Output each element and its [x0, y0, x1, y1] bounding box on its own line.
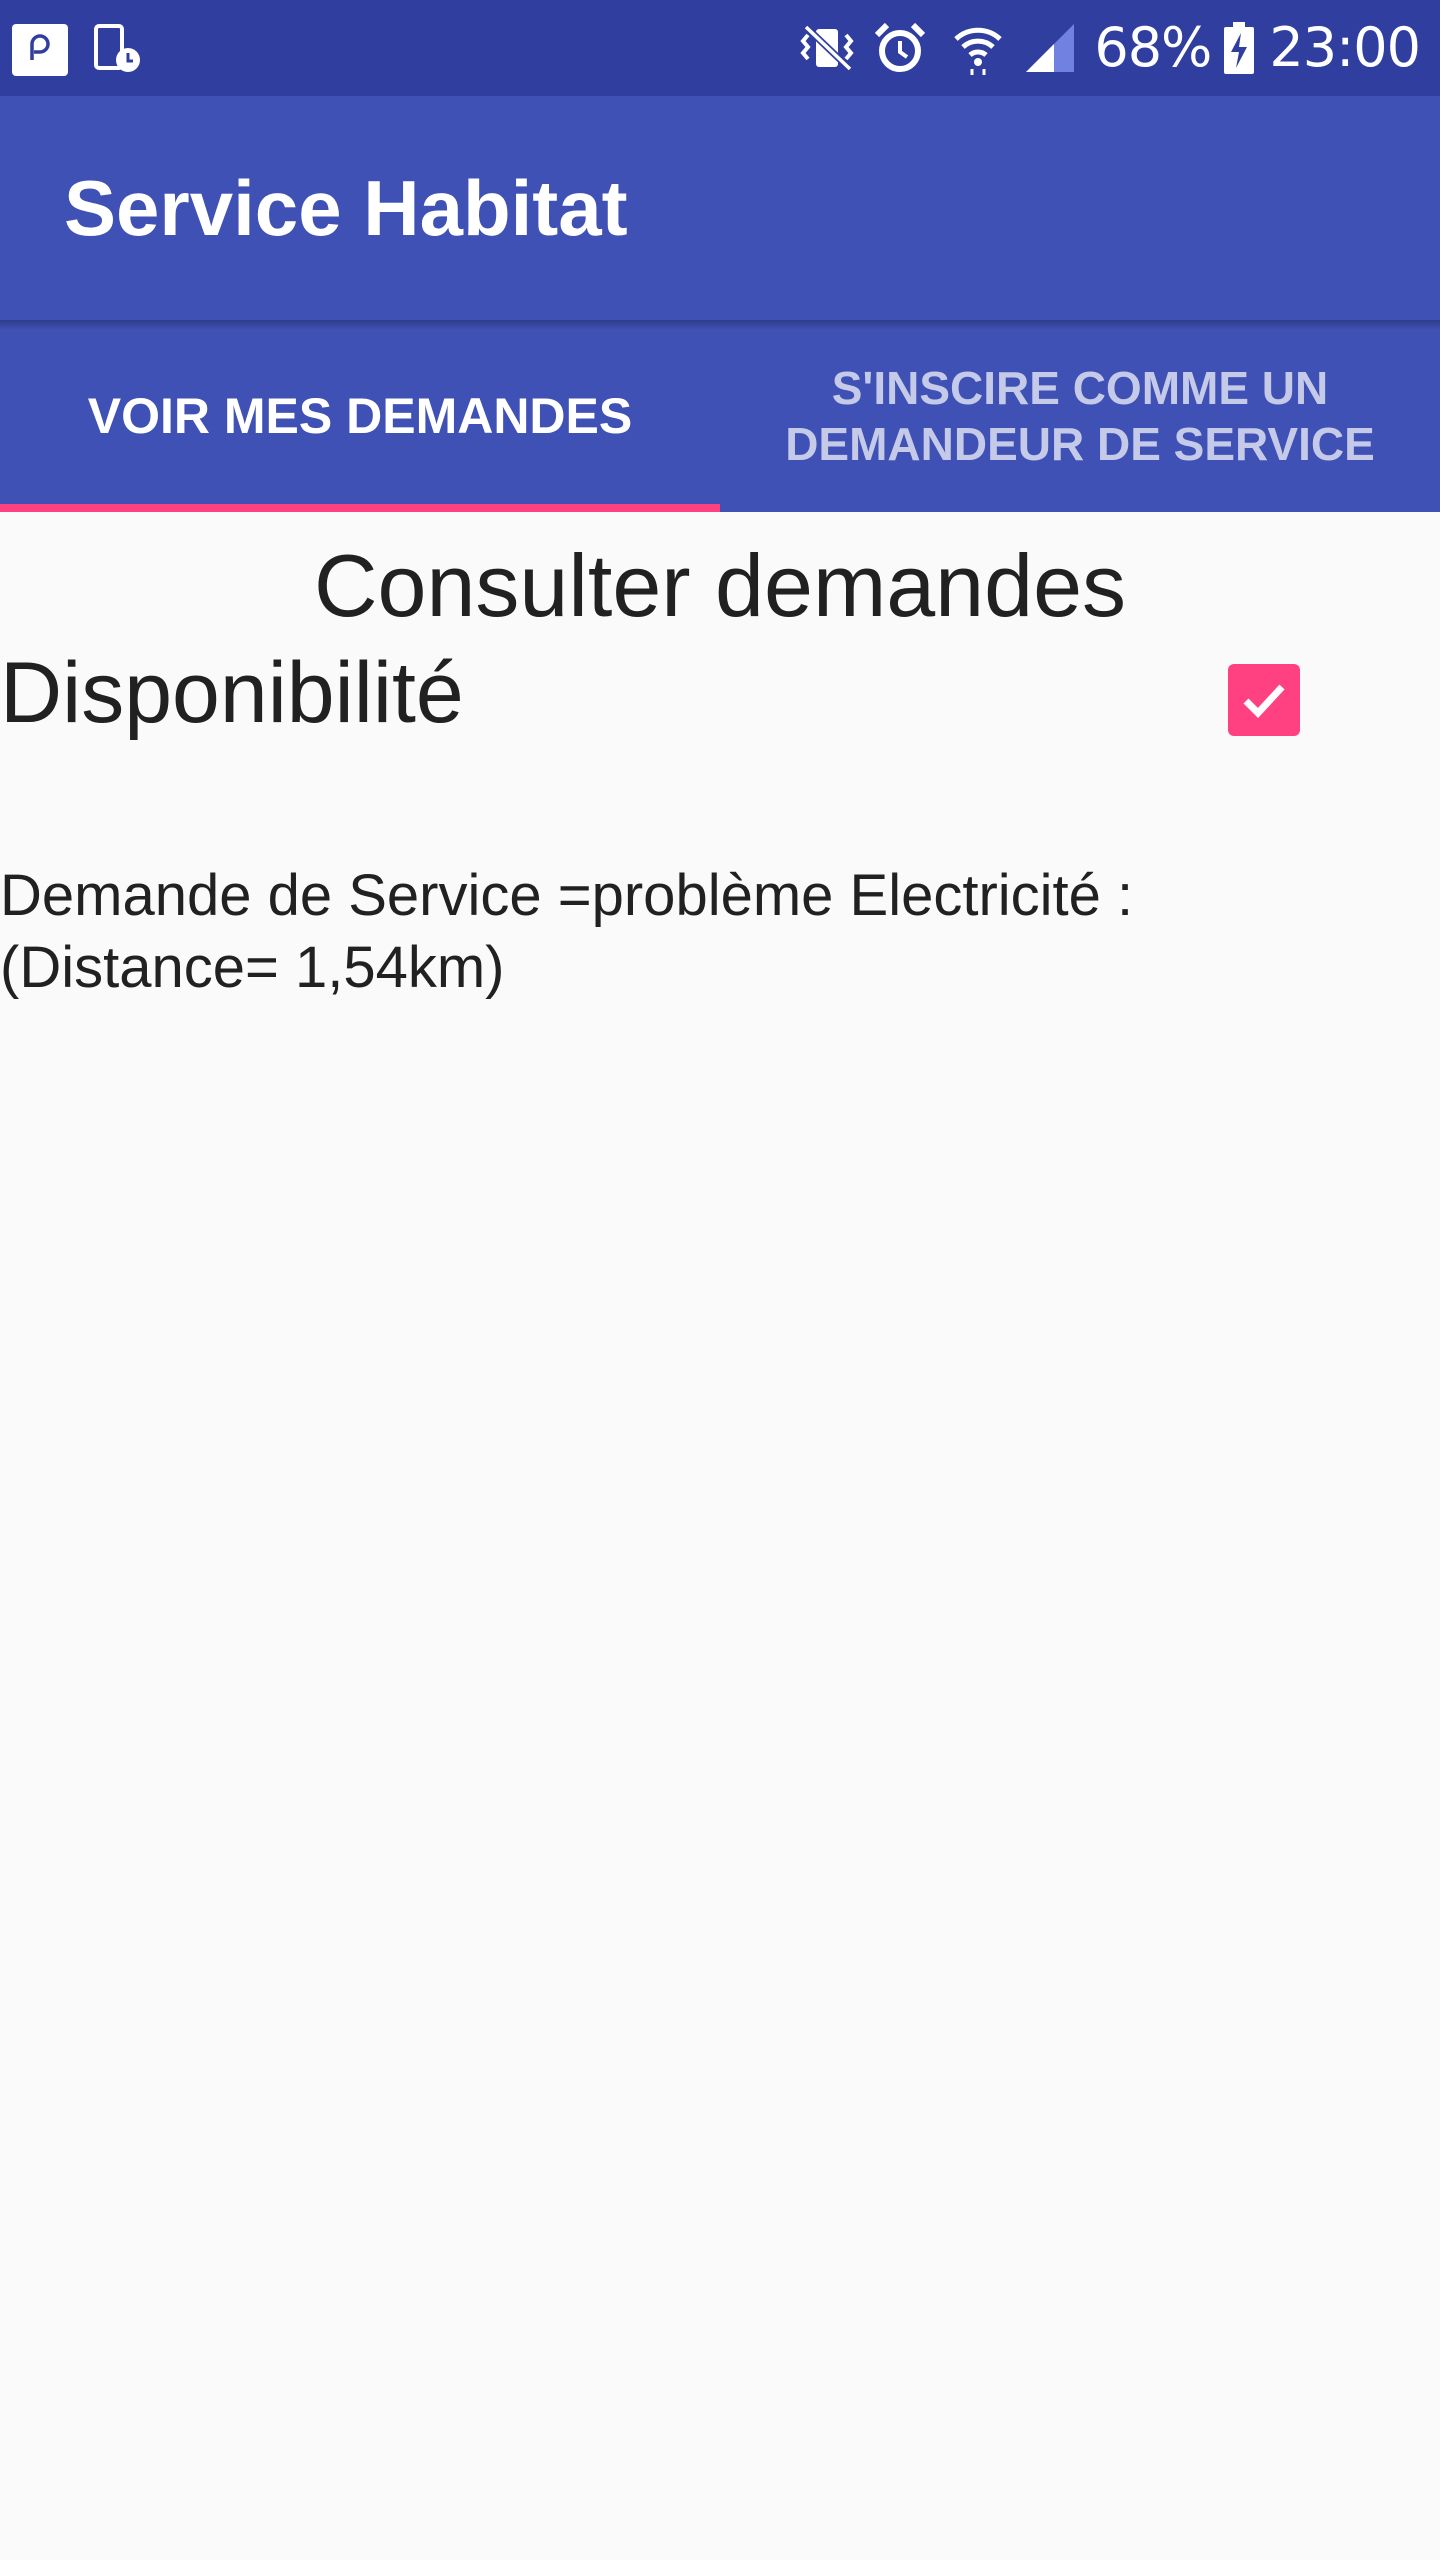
status-bar-notifications	[12, 24, 144, 76]
screen-schedule-icon	[92, 24, 144, 76]
app-bar: Service Habitat	[0, 96, 1440, 320]
vibrate-mute-icon	[798, 20, 858, 76]
availability-label: Disponibilité	[0, 645, 464, 741]
page-heading: Consulter demandes	[313, 536, 1127, 635]
active-tab-indicator	[0, 504, 720, 512]
battery-percent: 68%	[1094, 16, 1212, 79]
availability-checkbox[interactable]	[1228, 664, 1300, 736]
alarm-icon	[868, 20, 932, 76]
status-bar-system: 68% 23:00	[798, 16, 1421, 80]
tab-sinscrire-demandeur[interactable]: S'INSCIRE COMME UN DEMANDEUR DE SERVICE	[720, 320, 1440, 512]
status-bar: 68% 23:00	[0, 0, 1440, 96]
request-list-item[interactable]: Demande de Service =problème Electricité…	[0, 860, 1200, 1004]
signal-icon	[1022, 20, 1078, 76]
check-icon	[1243, 684, 1285, 719]
app-bar-shadow	[0, 320, 1440, 330]
battery-charging-icon	[1219, 20, 1259, 76]
tab-label: S'INSCIRE COMME UN DEMANDEUR DE SERVICE	[785, 362, 1375, 470]
wifi-icon	[948, 20, 1008, 76]
clock: 23:00	[1269, 16, 1421, 79]
app-notification-icon	[12, 24, 68, 76]
app-title: Service Habitat	[64, 164, 628, 252]
tab-label: VOIR MES DEMANDES	[87, 388, 633, 444]
tab-bar: VOIR MES DEMANDES S'INSCIRE COMME UN DEM…	[0, 320, 1440, 512]
tab-voir-mes-demandes[interactable]: VOIR MES DEMANDES	[0, 320, 720, 512]
